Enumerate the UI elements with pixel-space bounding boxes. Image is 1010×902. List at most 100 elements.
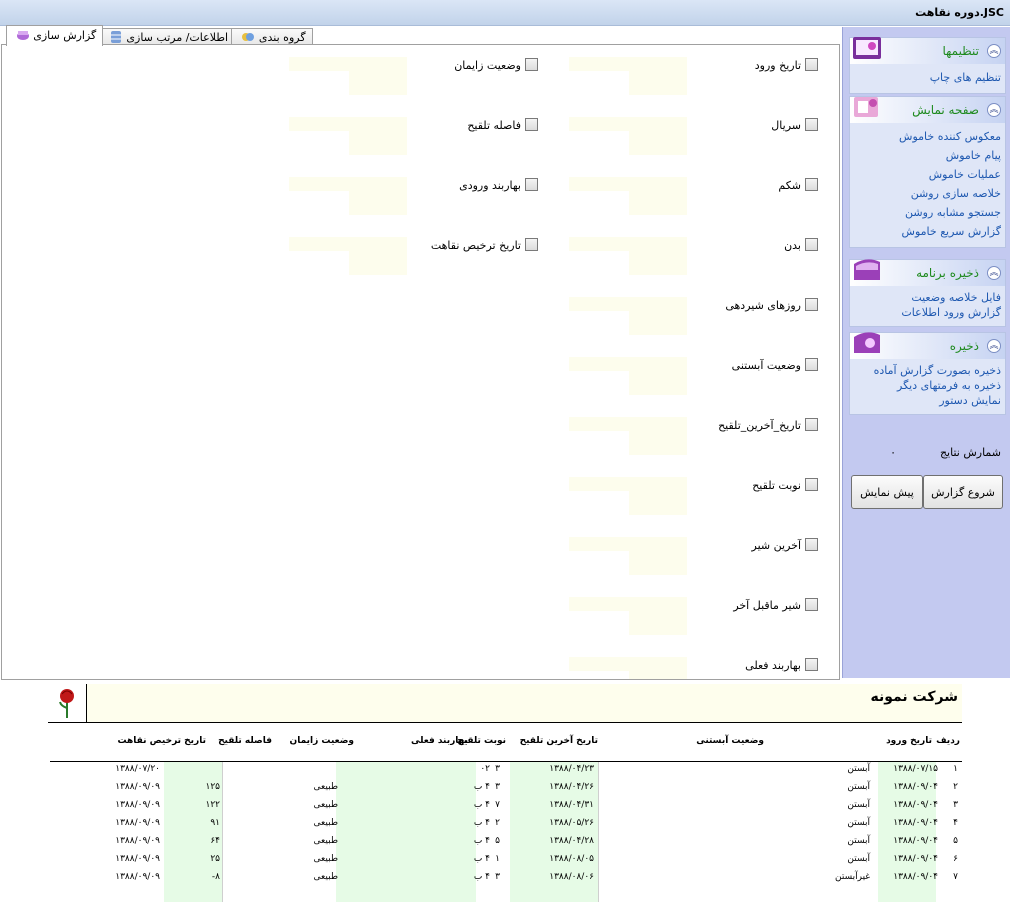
tab-strip: گزارش سازی اطلاعات/ مرتب سازی گروه بندی [0, 25, 840, 46]
checkbox[interactable] [805, 298, 818, 311]
collapse-icon[interactable]: ︽ [987, 44, 1001, 58]
field-label: بهاربند ورودی [459, 179, 521, 192]
field-checkbox[interactable]: شیر ماقبل آخر [733, 598, 818, 612]
tab-report-building[interactable]: گزارش سازی [6, 25, 103, 46]
field-checkbox[interactable]: فاصله تلقیح [467, 118, 538, 132]
checkbox[interactable] [805, 238, 818, 251]
field-input-box[interactable] [569, 117, 687, 155]
link-show-command[interactable]: نمایش دستور [850, 393, 1001, 408]
field-checkbox[interactable]: تاریخ_آخرین_تلقیح [718, 418, 818, 432]
link-message[interactable]: پیام خاموش [850, 146, 1001, 165]
field-input-box[interactable] [289, 117, 407, 155]
field-input-box[interactable] [569, 657, 687, 679]
field-checkbox[interactable]: شکم [778, 178, 818, 192]
field-checkbox[interactable]: آخرین شیر [752, 538, 818, 552]
field-label: تاریخ_آخرین_تلقیح [718, 419, 801, 432]
field-checkbox[interactable]: وضعیت آبستنی [732, 358, 818, 372]
checkbox[interactable] [805, 178, 818, 191]
checkbox[interactable] [805, 58, 818, 71]
field-checkbox[interactable]: بدن [784, 238, 818, 252]
field-checkbox[interactable]: تاریخ ترخیص نقاهت [431, 238, 538, 252]
table-cell: ۱۳۸۸/۰۷/۱۵ [893, 764, 938, 774]
link-save-other-formats[interactable]: ذخیره به فرمتهای دیگر [850, 378, 1001, 393]
table-cell: ۱۳۸۸/۰۹/۰۴ [893, 800, 938, 810]
table-cell: طبیعی [313, 836, 338, 846]
field-checkbox[interactable]: سریال [771, 118, 818, 132]
column-header: تاریخ ورود [886, 736, 932, 746]
table-cell: ۱۳۸۸/۰۹/۰۹ [115, 854, 160, 864]
panel-header[interactable]: ︽ ذخیره [850, 332, 1005, 359]
table-cell: طبیعی [313, 872, 338, 882]
checkbox[interactable] [805, 358, 818, 371]
link-similar-search[interactable]: جستجو مشابه روشن [850, 203, 1001, 222]
link-data-entry-report[interactable]: گزارش ورود اطلاعات [850, 305, 1001, 320]
collapse-icon[interactable]: ︽ [987, 103, 1001, 117]
preview-button[interactable]: پیش نمایش [851, 475, 923, 509]
field-label: تاریخ ورود [754, 59, 801, 72]
checkbox[interactable] [805, 658, 818, 671]
field-input-box[interactable] [569, 417, 687, 455]
field-input-box[interactable] [289, 237, 407, 275]
checkbox[interactable] [805, 478, 818, 491]
link-summarize[interactable]: خلاصه سازی روشن [850, 184, 1001, 203]
checkbox[interactable] [805, 418, 818, 431]
table-cell: ۱۳۸۸/۰۸/۰۶ [549, 872, 594, 882]
field-checkbox[interactable]: وضعیت زایمان [454, 58, 538, 72]
field-checkbox[interactable]: نوبت تلقیح [752, 478, 818, 492]
rose-logo-icon [48, 684, 87, 722]
table-cell: ۷ [953, 872, 958, 882]
checkbox[interactable] [525, 58, 538, 71]
table-cell: ۶۴ [210, 836, 220, 846]
checkbox[interactable] [805, 598, 818, 611]
checkbox[interactable] [805, 118, 818, 131]
link-status-file[interactable]: فایل خلاصه وضعیت [850, 290, 1001, 305]
panel-header[interactable]: ︽ تنظیمها [850, 37, 1005, 64]
table-cell: ۱۳۸۸/۰۹/۰۹ [115, 872, 160, 882]
collapse-icon[interactable]: ︽ [987, 339, 1001, 353]
field-checkbox[interactable]: تاریخ ورود [755, 58, 818, 72]
field-input-box[interactable] [569, 57, 687, 95]
result-count-value: ۰ [890, 446, 896, 459]
field-input-box[interactable] [569, 597, 687, 635]
field-label: فاصله تلقیح [467, 119, 521, 132]
checkbox[interactable] [525, 118, 538, 131]
link-inverter[interactable]: معکوس کننده خاموش [850, 127, 1001, 146]
table-cell: ۵ [495, 836, 500, 846]
field-label: روزهای شیردهی [725, 299, 801, 312]
tab-label: گروه بندی [258, 31, 306, 44]
tab-label: اطلاعات/ مرتب سازی [126, 31, 229, 44]
field-input-box[interactable] [569, 537, 687, 575]
panel-header[interactable]: ︽ صفحه نمایش [850, 97, 1005, 123]
table-cell: طبیعی [313, 782, 338, 792]
field-checkbox[interactable]: بهاربند ورودی [459, 178, 538, 192]
table-cell: ۸- [211, 872, 220, 882]
column-header: تاریخ ترخیص نقاهت [117, 736, 207, 746]
checkbox[interactable] [525, 178, 538, 191]
checkbox[interactable] [525, 238, 538, 251]
field-input-box[interactable] [569, 177, 687, 215]
report-header: شرکت نمونه [48, 684, 962, 723]
field-input-box[interactable] [569, 297, 687, 335]
company-name: شرکت نمونه [870, 689, 958, 705]
collapse-icon[interactable]: ︽ [987, 266, 1001, 280]
field-checkbox[interactable]: روزهای شیردهی [725, 298, 818, 312]
field-input-box[interactable] [569, 357, 687, 395]
link-operations[interactable]: عملیات خاموش [850, 165, 1001, 184]
table-cell: آبستن [847, 836, 870, 846]
save-icon [852, 329, 882, 357]
field-label: آخرین شیر [751, 539, 801, 552]
link-quick-report[interactable]: گزارش سریع خاموش [850, 222, 1001, 241]
checkbox[interactable] [805, 538, 818, 551]
link-save-as-report[interactable]: ذخیره بصورت گزارش آماده [850, 363, 1001, 378]
link-print-settings[interactable]: تنظیم های چاپ [850, 68, 1001, 87]
table-cell: آبستن [847, 854, 870, 864]
field-checkbox[interactable]: بهاربند فعلی [745, 658, 818, 672]
start-report-button[interactable]: شروع گزارش [923, 475, 1003, 509]
panel-title: ذخیره برنامه [916, 266, 979, 280]
panel-header[interactable]: ︽ ذخیره برنامه [850, 259, 1005, 286]
field-input-box[interactable] [569, 237, 687, 275]
field-input-box[interactable] [569, 477, 687, 515]
field-input-box[interactable] [289, 177, 407, 215]
table-cell: ۱ [953, 764, 958, 774]
field-input-box[interactable] [289, 57, 407, 95]
